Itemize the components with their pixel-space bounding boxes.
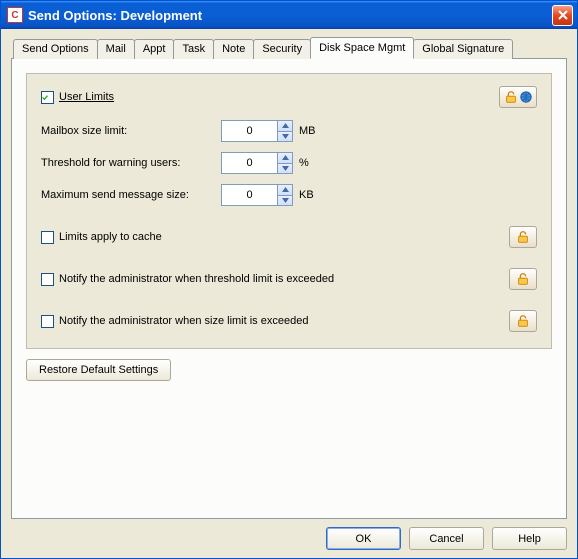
mailbox-size-value[interactable] [221,120,277,142]
unlock-icon [516,272,530,286]
app-icon: C [7,7,23,23]
maxsend-value[interactable] [221,184,277,206]
tab-mail[interactable]: Mail [97,39,135,59]
unlock-icon [516,314,530,328]
help-button[interactable]: Help [492,527,567,550]
tab-note[interactable]: Note [213,39,254,59]
maxsend-up[interactable] [278,185,292,196]
notify-threshold-lock-button[interactable] [509,268,537,290]
tab-panel: User Limits Mailbox size limit: [11,58,567,519]
mailbox-size-unit: MB [299,125,316,137]
notify-threshold-checkbox[interactable] [41,273,54,286]
user-limits-label: User Limits [59,91,114,103]
threshold-label: Threshold for warning users: [41,157,221,169]
tab-global-signature[interactable]: Global Signature [413,39,513,59]
maxsend-label: Maximum send message size: [41,189,221,201]
maxsend-input[interactable] [221,184,293,206]
threshold-unit: % [299,157,309,169]
tab-send-options[interactable]: Send Options [13,39,98,59]
close-icon [558,10,568,20]
tab-bar: Send Options Mail Appt Task Note Securit… [11,39,567,59]
dialog-body: Send Options Mail Appt Task Note Securit… [1,29,577,558]
mailbox-size-down[interactable] [278,132,292,142]
tab-disk-space-mgmt[interactable]: Disk Space Mgmt [310,37,414,59]
user-limits-lock-button[interactable] [499,86,537,108]
unlock-icon [504,90,518,104]
unlock-icon [516,230,530,244]
restore-defaults-button[interactable]: Restore Default Settings [26,359,171,381]
mailbox-size-label: Mailbox size limit: [41,125,221,137]
notify-size-checkbox[interactable] [41,315,54,328]
check-icon [42,92,48,103]
limits-cache-checkbox[interactable] [41,231,54,244]
threshold-down[interactable] [278,164,292,174]
close-button[interactable] [552,5,573,26]
window-title: Send Options: Development [28,8,552,23]
threshold-up[interactable] [278,153,292,164]
tab-security[interactable]: Security [253,39,311,59]
tab-appt[interactable]: Appt [134,39,175,59]
threshold-value[interactable] [221,152,277,174]
titlebar: C Send Options: Development [1,1,577,29]
user-limits-checkbox[interactable] [41,91,54,104]
disk-space-group: User Limits Mailbox size limit: [26,73,552,349]
notify-size-label: Notify the administrator when size limit… [59,315,308,327]
threshold-input[interactable] [221,152,293,174]
maxsend-unit: KB [299,189,314,201]
limits-cache-lock-button[interactable] [509,226,537,248]
window: C Send Options: Development Send Options… [0,0,578,559]
notify-threshold-label: Notify the administrator when threshold … [59,273,334,285]
ok-button[interactable]: OK [326,527,401,550]
maxsend-down[interactable] [278,196,292,206]
cancel-button[interactable]: Cancel [409,527,484,550]
dialog-footer: OK Cancel Help [11,519,567,550]
mailbox-size-input[interactable] [221,120,293,142]
globe-icon [519,90,533,104]
mailbox-size-up[interactable] [278,121,292,132]
notify-size-lock-button[interactable] [509,310,537,332]
tab-task[interactable]: Task [173,39,214,59]
limits-cache-label: Limits apply to cache [59,231,162,243]
